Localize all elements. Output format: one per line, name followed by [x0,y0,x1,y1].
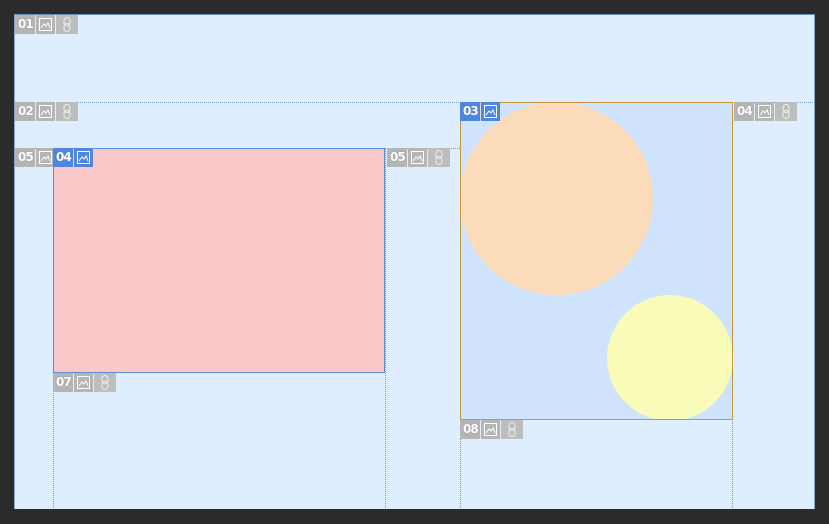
slice-number: 08 [460,420,480,439]
slice-badge-01[interactable]: 01 [15,15,78,34]
slice-badge-09[interactable]: 08 [460,420,523,439]
slice-number: 02 [15,102,35,121]
link-icon [55,102,78,121]
image-icon [73,148,93,167]
user-slice-pink[interactable] [53,148,385,373]
slice-badge-07[interactable]: 05 [387,148,450,167]
user-slice-selected[interactable] [460,102,733,420]
slice-number: 04 [734,102,754,121]
slice-number: 01 [15,15,35,34]
canvas-right-edge [814,15,815,509]
slice-number: 05 [387,148,407,167]
image-icon [35,102,55,121]
image-icon [480,420,500,439]
image-icon [35,15,55,34]
image-icon [480,102,500,121]
link-icon [55,15,78,34]
design-canvas[interactable]: 01 02 03 04 05 04 05 07 08 [14,14,815,509]
slice-guide-vertical [385,148,386,509]
link-icon [500,420,523,439]
image-icon [35,148,55,167]
image-icon [73,373,93,392]
slice-badge-04[interactable]: 04 [734,102,797,121]
slice-badge-02[interactable]: 02 [15,102,78,121]
peach-circle [461,103,653,295]
link-icon [774,102,797,121]
link-icon [93,373,116,392]
slice-badge-06[interactable]: 04 [53,148,93,167]
slice-number: 07 [53,373,73,392]
slice-number: 05 [15,148,35,167]
slice-badge-05[interactable]: 05 [15,148,55,167]
yellow-circle [607,295,732,419]
link-icon [427,148,450,167]
image-icon [407,148,427,167]
slice-number: 03 [460,102,480,121]
slice-number: 04 [53,148,73,167]
slice-badge-03[interactable]: 03 [460,102,500,121]
slice-badge-08[interactable]: 07 [53,373,116,392]
canvas-left-edge [14,15,15,509]
image-icon [754,102,774,121]
